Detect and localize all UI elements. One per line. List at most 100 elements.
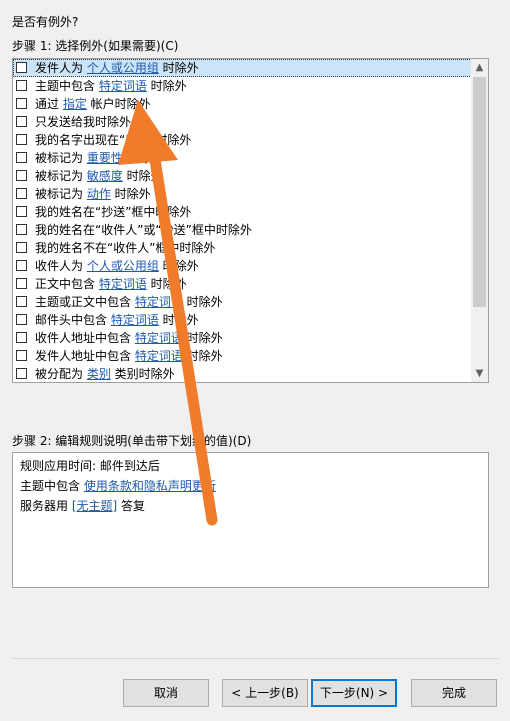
exception-text: 我的姓名在“收件人”或“抄送”框中时除外 [35,223,252,237]
exception-checkbox[interactable] [16,206,27,217]
scroll-up-icon[interactable]: ▲ [471,59,488,76]
exception-row[interactable]: 收件人地址中包含 特定词语 时除外 [13,329,472,347]
footer-divider [12,658,498,659]
exception-row[interactable]: 发件人为 个人或公用组 时除外 [13,59,472,77]
exception-text: 通过 [35,97,63,111]
exception-text: 时除外 [146,79,187,93]
cancel-button[interactable]: 取消 [123,679,209,707]
subject-words-link[interactable]: 使用条款和隐私声明更新 [84,479,216,493]
exception-text: 时除外 [146,277,187,291]
exception-value-link[interactable]: 类别 [87,367,111,381]
exception-text: 主题或正文中包含 [35,295,135,309]
exception-value-link[interactable]: 特定词语 [99,79,147,93]
description-text: 服务器用 [20,499,72,513]
exception-checkbox[interactable] [16,242,27,253]
exception-checkbox[interactable] [16,350,27,361]
reply-template-link[interactable]: [无主题] [72,499,117,513]
exception-row[interactable]: 邮件头中包含 特定词语 时除外 [13,311,472,329]
watermark-logo [393,676,503,710]
exception-text: 被标记为 [35,187,87,201]
exception-checkbox[interactable] [16,80,27,91]
exception-list[interactable]: 发件人为 个人或公用组 时除外 主题中包含 特定词语 时除外 通过 指定 帐户时除外… [12,58,489,383]
description-line-3: 服务器用 [无主题] 答复 [20,496,481,516]
exception-text: 正文中包含 [35,277,99,291]
exception-checkbox[interactable] [16,278,27,289]
exception-text: 时除外 [122,169,163,183]
exception-text: 邮件头中包含 [35,313,111,327]
scroll-down-icon[interactable]: ▼ [471,365,488,382]
exception-row[interactable]: 主题中包含 特定词语 时除外 [13,77,472,95]
exception-text: 时除外 [158,259,199,273]
exception-checkbox[interactable] [16,332,27,343]
exception-text: 时除外 [182,295,223,309]
step1-label: 步骤 1: 选择例外(如果需要)(C) [12,39,179,53]
exception-row[interactable]: 发件人地址中包含 特定词语 时除外 [13,347,472,365]
exception-row[interactable]: 正文中包含 特定词语 时除外 [13,275,472,293]
exception-checkbox[interactable] [16,188,27,199]
exception-value-link[interactable]: 个人或公用组 [87,259,159,273]
exception-row[interactable]: 被分配为 类别 类别时除外 [13,365,472,382]
exception-text: 时除外 [158,313,199,327]
exception-text: 我的姓名在“抄送”框中时除外 [35,205,192,219]
exception-text: 类别时除外 [110,367,175,381]
exception-text: 主题中包含 [35,79,99,93]
exception-checkbox[interactable] [16,134,27,145]
description-text: 答复 [117,499,146,513]
exception-value-link[interactable]: 特定词语 [99,277,147,291]
exception-row[interactable]: 被标记为 动作 时除外 [13,185,472,203]
exception-row[interactable]: 我的姓名在“收件人”或“抄送”框中时除外 [13,221,472,239]
exception-value-link[interactable]: 重要性 [87,151,123,165]
exception-checkbox[interactable] [16,152,27,163]
exception-text: 收件人为 [35,259,87,273]
rule-description-box: 规则应用时间: 邮件到达后 主题中包含 使用条款和隐私声明更新 服务器用 [无主… [12,452,489,588]
exception-row[interactable]: 被标记为 重要性 时除外 [13,149,472,167]
exception-row[interactable]: 主题或正文中包含 特定词语 时除外 [13,293,472,311]
exception-value-link[interactable]: 特定词语 [135,331,183,345]
description-line-2: 主题中包含 使用条款和隐私声明更新 [20,476,481,496]
exception-question: 是否有例外? [12,15,79,29]
exception-checkbox[interactable] [16,296,27,307]
exception-checkbox[interactable] [16,116,27,127]
exception-checkbox[interactable] [16,314,27,325]
exception-value-link[interactable]: 动作 [87,187,111,201]
description-line-1: 规则应用时间: 邮件到达后 [20,459,160,473]
exception-checkbox[interactable] [16,224,27,235]
exception-text: 我的名字出现在“ [35,133,126,147]
exception-text: 帐户时除外 [86,97,151,111]
exception-value-link[interactable]: 特定词语 [135,295,183,309]
exception-text: 发件人地址中包含 [35,349,135,363]
exception-checkbox[interactable] [16,260,27,271]
exception-text: 只发送给我时除外 [35,115,132,129]
exception-row[interactable]: 收件人为 个人或公用组 时除外 [13,257,472,275]
exception-text: 我的姓名不在“收件人”框中时除外 [35,241,216,255]
exception-value-link[interactable]: 敏感度 [87,169,123,183]
back-button[interactable]: < 上一步(B) [222,679,308,707]
exception-text: 发件人为 [35,61,87,75]
next-button[interactable]: 下一步(N) > [311,679,397,707]
exception-text: 被标记为 [35,151,87,165]
exception-text: 时除外 [122,151,163,165]
exception-text: 被标记为 [35,169,87,183]
exception-row[interactable]: 我的姓名不在“收件人”框中时除外 [13,239,472,257]
exception-row[interactable]: 我的名字出现在“”框中时除外 [13,131,472,149]
exception-value-link[interactable]: 特定词语 [111,313,159,327]
exception-checkbox[interactable] [16,368,27,379]
exception-checkbox[interactable] [16,62,27,73]
step2-label: 步骤 2: 编辑规则说明(单击带下划线的值)(D) [12,434,252,448]
exception-text: 时除外 [182,349,223,363]
description-text: 主题中包含 [20,479,84,493]
exception-row[interactable]: 只发送给我时除外 [13,113,472,131]
exception-text: 时除外 [110,187,151,201]
exception-row[interactable]: 被标记为 敏感度 时除外 [13,167,472,185]
exception-checkbox[interactable] [16,170,27,181]
vertical-scrollbar[interactable]: ▲ ▼ [471,59,488,382]
scroll-thumb[interactable] [473,77,486,307]
exception-value-link[interactable]: 特定词语 [135,349,183,363]
exception-text: 时除外 [182,331,223,345]
exception-text: 时除外 [158,61,199,75]
exception-checkbox[interactable] [16,98,27,109]
exception-value-link[interactable]: 指定 [63,97,87,111]
exception-row[interactable]: 通过 指定 帐户时除外 [13,95,472,113]
exception-value-link[interactable]: 个人或公用组 [87,61,159,75]
exception-row[interactable]: 我的姓名在“抄送”框中时除外 [13,203,472,221]
